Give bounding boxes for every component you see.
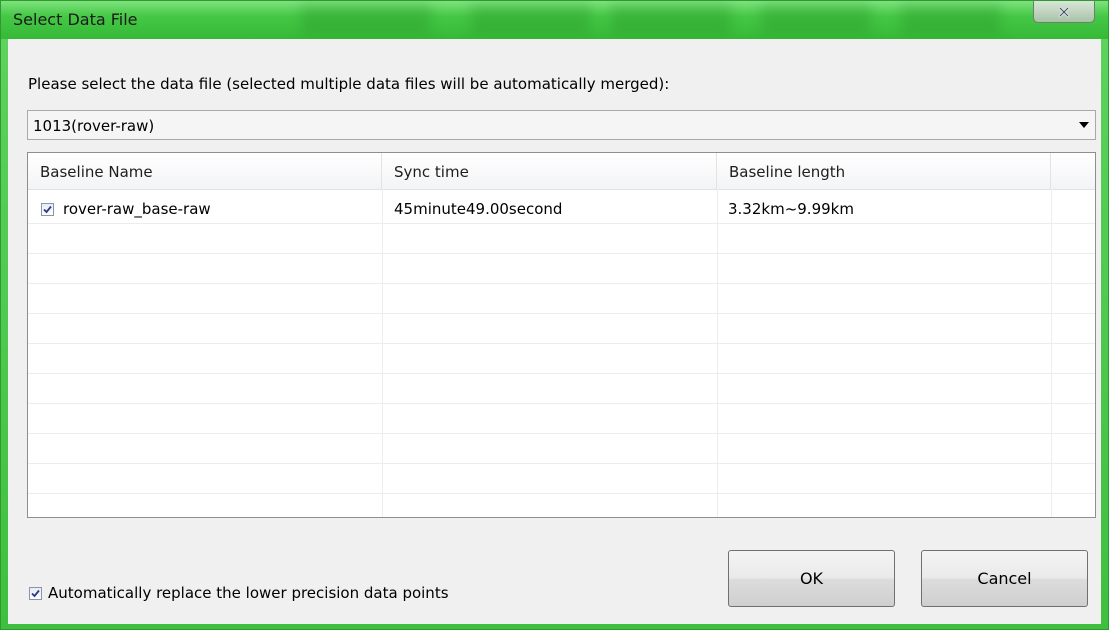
close-button[interactable]	[1033, 1, 1095, 23]
column-header-baseline-name[interactable]: Baseline Name	[28, 153, 382, 189]
sync-time-cell: 45minute49.00second	[394, 200, 563, 218]
checkmark-icon	[43, 205, 52, 213]
dialog-title: Select Data File	[13, 10, 138, 29]
title-bar[interactable]: Select Data File	[1, 1, 1108, 39]
data-file-dropdown[interactable]: 1013(rover-raw)	[27, 110, 1096, 140]
row-checkbox[interactable]	[41, 202, 54, 216]
select-data-file-dialog: Select Data File Please select the data …	[0, 0, 1109, 630]
checkmark-icon	[31, 589, 40, 597]
column-header-filler	[1051, 153, 1095, 189]
table-header: Baseline Name Sync time Baseline length	[28, 153, 1095, 190]
baseline-table[interactable]: Baseline Name Sync time Baseline length	[27, 152, 1096, 518]
instruction-text: Please select the data file (selected mu…	[28, 75, 670, 93]
data-file-selected-value: 1013(rover-raw)	[33, 117, 155, 135]
baseline-length-cell: 3.32km~9.99km	[728, 200, 854, 218]
dropdown-arrow-icon[interactable]	[1073, 111, 1095, 139]
auto-replace-checkbox[interactable]	[29, 586, 42, 600]
cancel-button[interactable]: Cancel	[921, 550, 1088, 607]
dialog-body: Please select the data file (selected mu…	[8, 39, 1101, 624]
auto-replace-option[interactable]: Automatically replace the lower precisio…	[29, 584, 449, 602]
baseline-name-cell: rover-raw_base-raw	[63, 200, 211, 218]
ok-button[interactable]: OK	[728, 550, 895, 607]
column-header-sync-time[interactable]: Sync time	[382, 153, 717, 189]
column-header-baseline-length[interactable]: Baseline length	[717, 153, 1051, 189]
close-icon	[1058, 6, 1070, 17]
auto-replace-label: Automatically replace the lower precisio…	[48, 584, 449, 602]
